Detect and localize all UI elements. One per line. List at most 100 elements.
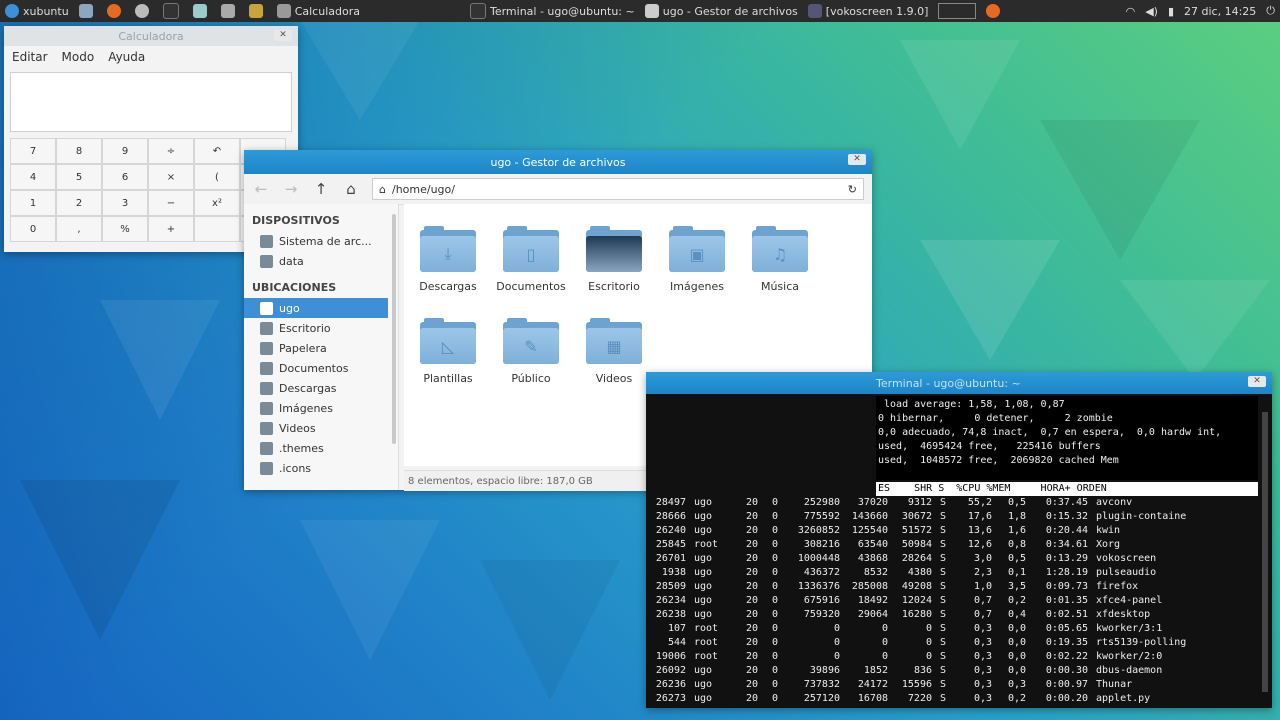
process-cell: 15596 — [901, 679, 932, 690]
calc-key[interactable]: % — [102, 216, 148, 242]
calc-key[interactable]: 2 — [56, 190, 102, 216]
home-icon[interactable]: ⌂ — [342, 180, 360, 198]
process-cell: 49208 — [901, 581, 932, 592]
sidebar-scrollbar[interactable] — [392, 214, 396, 444]
calc-key[interactable]: 9 — [102, 138, 148, 164]
process-cell: ugo — [694, 511, 713, 522]
launcher-files[interactable] — [74, 0, 102, 22]
launcher-firefox[interactable] — [102, 0, 130, 22]
location-bar[interactable]: ⌂ /home/ugo/ ↻ — [372, 178, 864, 200]
calculator-titlebar[interactable]: Calculadora ✕ — [4, 26, 298, 46]
active-app-label: Calculadora — [294, 4, 360, 18]
tray-firefox[interactable] — [981, 0, 1009, 22]
task-terminal[interactable]: Terminal - ugo@ubuntu: ~ — [465, 0, 640, 22]
folder-item[interactable]: ▣ Imágenes — [661, 226, 733, 293]
wifi-icon: ◠ — [1125, 4, 1136, 18]
folder-item[interactable]: ◺ Plantillas — [412, 318, 484, 385]
folder-item[interactable]: ⤓ Descargas — [412, 226, 484, 293]
workspace-switcher[interactable] — [933, 0, 981, 22]
process-row: 26701 ugo 20 0 1000448 43868 28264 S 3,0 0,5 0:13.… — [646, 552, 1256, 566]
calc-key[interactable]: 7 — [10, 138, 56, 164]
folder-item[interactable]: ▦ Videos — [578, 318, 650, 385]
calc-key[interactable]: x² — [194, 190, 240, 216]
launcher-settings[interactable] — [130, 0, 158, 22]
back-icon[interactable]: ← — [252, 180, 270, 198]
sidebar-item[interactable]: Videos — [244, 418, 398, 438]
sidebar-item[interactable]: Descargas — [244, 378, 398, 398]
launcher-media[interactable] — [216, 0, 244, 22]
calculator-display[interactable] — [10, 72, 292, 132]
process-cell: 20 — [745, 665, 758, 676]
calc-key[interactable]: ( — [194, 164, 240, 190]
process-cell: 0,4 — [1007, 609, 1026, 620]
terminal-titlebar[interactable]: Terminal - ugo@ubuntu: ~ ✕ — [646, 372, 1272, 394]
process-cell: 0 — [833, 637, 840, 648]
folder-item[interactable]: ✎ Público — [495, 318, 567, 385]
calc-key[interactable]: 4 — [10, 164, 56, 190]
calc-key[interactable]: 6 — [102, 164, 148, 190]
calc-key[interactable]: − — [148, 190, 194, 216]
process-cell: S — [940, 511, 947, 522]
folder-item[interactable]: Escritorio — [578, 226, 650, 293]
launcher-image-viewer[interactable] — [188, 0, 216, 22]
process-cell: 0,1 — [1007, 567, 1026, 578]
file-manager-titlebar[interactable]: ugo - Gestor de archivos ✕ — [244, 150, 872, 174]
calc-key[interactable]: 0 — [10, 216, 56, 242]
up-icon[interactable]: ↑ — [312, 180, 330, 198]
summary-line: load average: 1,58, 1,08, 0,87 — [878, 399, 1065, 410]
folder-icon: ✎ — [503, 318, 559, 364]
task-vokoscreen[interactable]: [vokoscreen 1.9.0] — [803, 0, 934, 22]
calc-key[interactable] — [194, 216, 240, 242]
process-row: 28666 ugo 20 0 775592 143660 30672 S 17,6 1,8 0:15… — [646, 510, 1256, 524]
process-cell: 0,3 — [973, 693, 992, 704]
sidebar-item[interactable]: Documentos — [244, 358, 398, 378]
calc-key[interactable]: × — [148, 164, 194, 190]
launcher-music[interactable] — [244, 0, 272, 22]
forward-icon[interactable]: → — [282, 180, 300, 198]
menu-editar[interactable]: Editar — [12, 50, 48, 64]
reload-icon[interactable]: ↻ — [848, 183, 857, 196]
sidebar-item[interactable]: .themes — [244, 438, 398, 458]
active-app[interactable]: Calculadora — [272, 0, 365, 22]
sidebar-item[interactable]: Sistema de arc... — [244, 231, 398, 251]
calc-key[interactable]: ÷ — [148, 138, 194, 164]
calc-key[interactable]: 5 — [56, 164, 102, 190]
process-cell: ugo — [694, 665, 713, 676]
process-cell: Xorg — [1096, 539, 1121, 550]
sidebar-item[interactable]: Escritorio — [244, 318, 398, 338]
close-icon[interactable]: ✕ — [848, 154, 866, 165]
sidebar-item[interactable]: Imágenes — [244, 398, 398, 418]
folder-item[interactable]: ▯ Documentos — [495, 226, 567, 293]
process-cell: 1,8 — [1007, 511, 1026, 522]
calc-key[interactable]: 3 — [102, 190, 148, 216]
sidebar-item[interactable]: data — [244, 251, 398, 271]
process-cell: 2,3 — [973, 567, 992, 578]
sidebar-item[interactable]: ugo — [244, 298, 388, 318]
process-cell: 17,6 — [967, 511, 992, 522]
tray-volume[interactable]: ◀) — [1140, 0, 1163, 22]
menu-modo[interactable]: Modo — [62, 50, 95, 64]
start-menu[interactable]: xubuntu — [0, 0, 74, 22]
terminal-scrollbar[interactable] — [1262, 412, 1268, 692]
folder-item[interactable]: ♫ Música — [744, 226, 816, 293]
calc-key[interactable]: , — [56, 216, 102, 242]
launcher-terminal[interactable] — [158, 0, 188, 22]
folder-icon: ▦ — [586, 318, 642, 364]
calc-key[interactable]: ↶ — [194, 138, 240, 164]
menu-ayuda[interactable]: Ayuda — [108, 50, 145, 64]
process-cell: 7220 — [907, 693, 932, 704]
tray-network[interactable]: ◠ — [1121, 0, 1141, 22]
process-cell: S — [940, 637, 947, 648]
sidebar-item[interactable]: .icons — [244, 458, 398, 478]
calc-key[interactable]: 1 — [10, 190, 56, 216]
close-icon[interactable]: ✕ — [1248, 376, 1266, 387]
task-file-manager[interactable]: ugo - Gestor de archivos — [640, 0, 803, 22]
tray-battery[interactable]: ▮ — [1163, 0, 1179, 22]
calc-key[interactable]: + — [148, 216, 194, 242]
calc-key[interactable]: 8 — [56, 138, 102, 164]
power-icon: ⏻ — [1266, 4, 1275, 17]
tray-user[interactable]: ⏻ — [1261, 0, 1280, 22]
close-icon[interactable]: ✕ — [274, 30, 292, 41]
sidebar-item[interactable]: Papelera — [244, 338, 398, 358]
panel-clock[interactable]: 27 dic, 14:25 — [1179, 0, 1261, 22]
